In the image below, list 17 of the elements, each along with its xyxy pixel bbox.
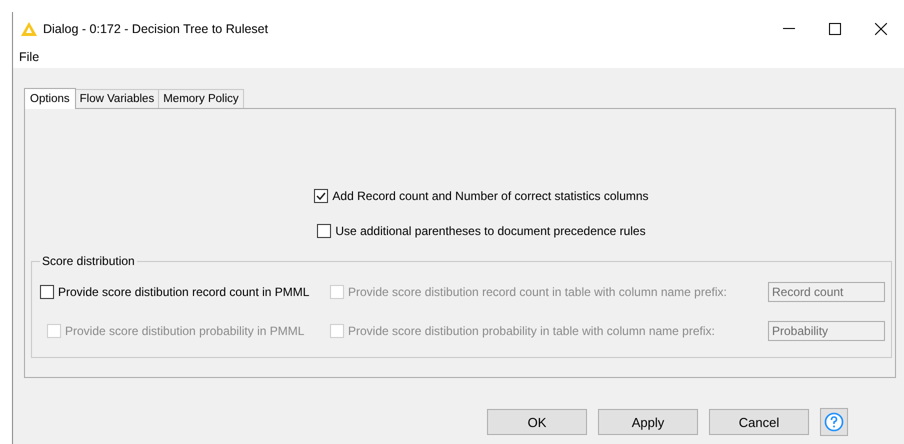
minimize-icon <box>783 28 795 30</box>
dialog-button[interactable]: OK <box>487 409 587 435</box>
checkbox[interactable]: Provide score distibution record count in PMML <box>40 285 310 299</box>
maximize-icon <box>829 23 841 35</box>
help-button[interactable] <box>820 408 848 436</box>
checkbox[interactable]: Add Record count and Number of correct statistics columns <box>314 189 649 203</box>
tab[interactable]: Memory Policy <box>158 89 244 108</box>
tab[interactable]: Options <box>24 88 76 109</box>
group-title: Score distribution <box>41 254 136 268</box>
menu-item[interactable]: File <box>19 50 40 64</box>
checkmark-icon <box>316 191 326 201</box>
dialog-button[interactable]: Apply <box>598 409 698 435</box>
checkbox[interactable]: Use additional parentheses to document precedence rules <box>317 224 646 238</box>
window-title: Dialog - 0:172 - Decision Tree to Ruleset <box>43 22 270 36</box>
dialog-button[interactable]: Cancel <box>709 409 809 435</box>
warning-icon <box>21 22 37 36</box>
close-icon <box>875 23 887 35</box>
